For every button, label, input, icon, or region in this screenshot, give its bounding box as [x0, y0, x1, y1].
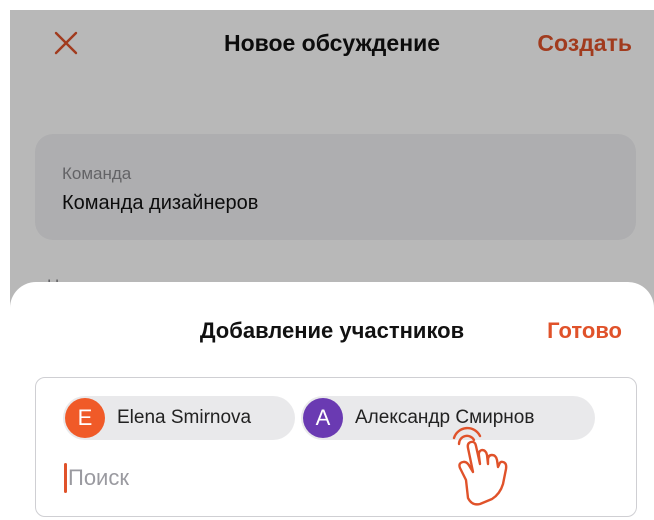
- search-row: [64, 462, 368, 494]
- text-caret: [64, 463, 67, 493]
- participant-name: Elena Smirnova: [117, 407, 252, 428]
- add-participants-sheet: Добавление участников Готово E Elena Smi…: [10, 282, 654, 520]
- avatar: E: [65, 398, 105, 438]
- participants-picker[interactable]: E Elena Smirnova A Александр Смирнов: [35, 377, 637, 517]
- participant-chip-elena[interactable]: E Elena Smirnova: [63, 396, 295, 440]
- tap-hand-icon: [452, 426, 508, 506]
- done-button[interactable]: Готово: [547, 318, 622, 344]
- search-input[interactable]: [68, 465, 368, 491]
- avatar: A: [303, 398, 343, 438]
